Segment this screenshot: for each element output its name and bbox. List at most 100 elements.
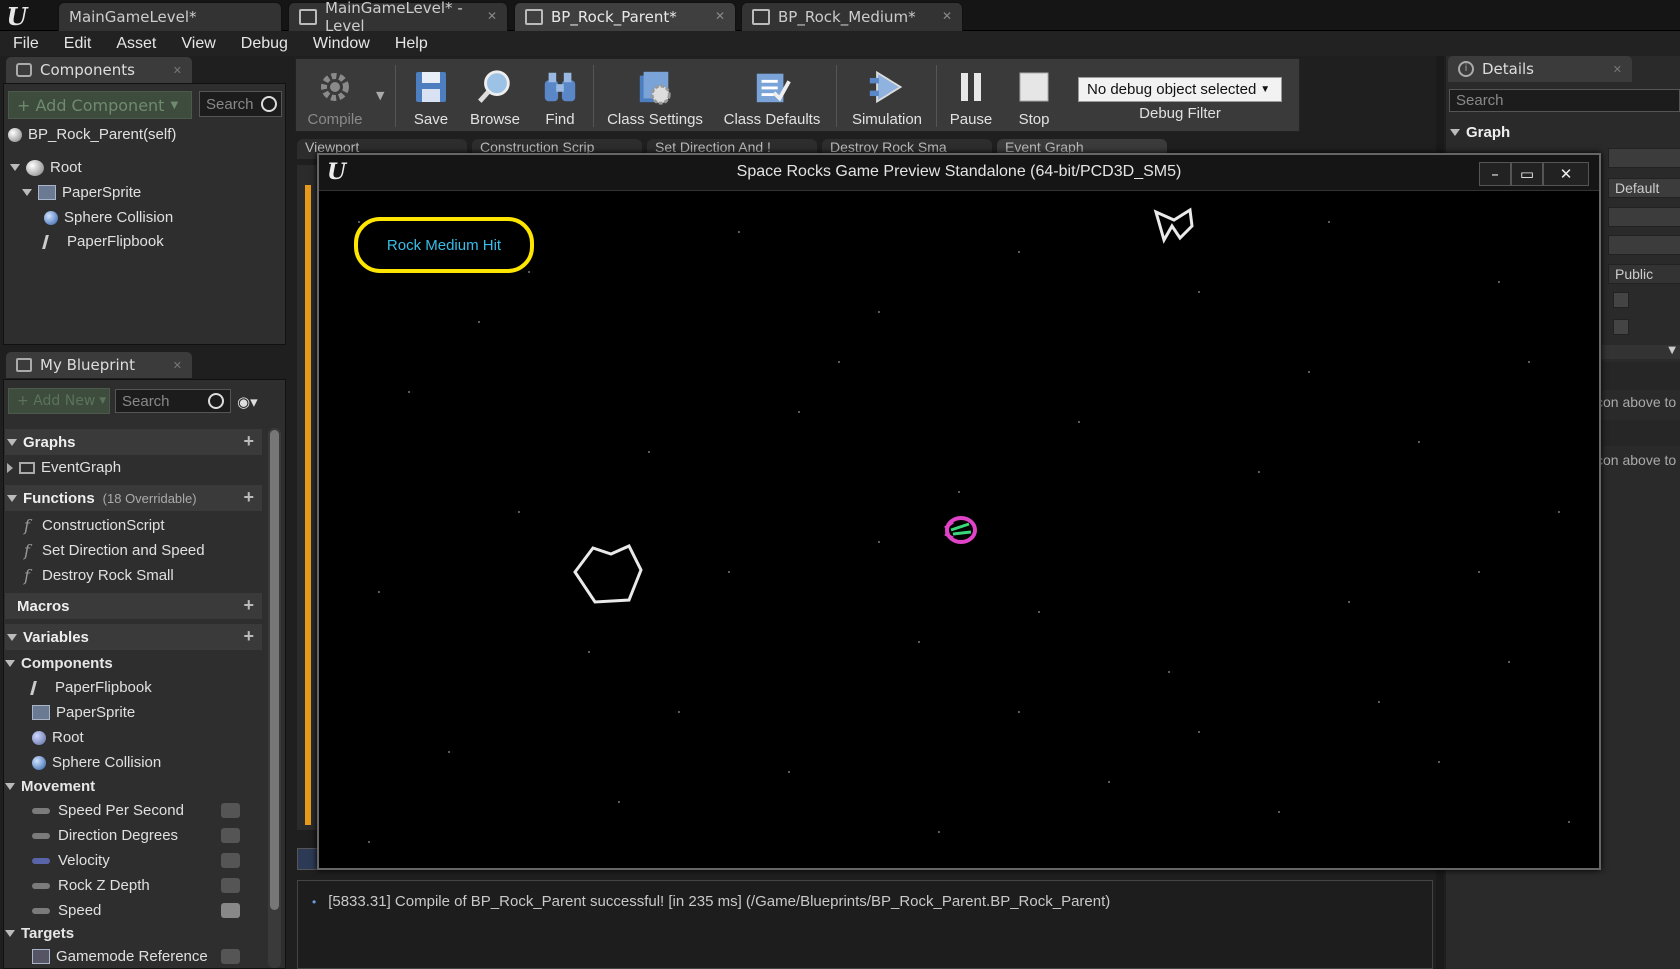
var-item-gamemode-reference[interactable]: Gamemode Reference bbox=[32, 948, 262, 965]
add-variable-icon[interactable]: + bbox=[243, 626, 254, 647]
close-icon[interactable]: ✕ bbox=[487, 9, 497, 23]
log-bullet: • bbox=[312, 894, 317, 909]
var-item-sphere-collision[interactable]: Sphere Collision bbox=[32, 754, 161, 771]
targets-group-header[interactable]: Targets bbox=[5, 925, 74, 942]
tree-item-sphere-collision[interactable]: Sphere Collision bbox=[44, 209, 173, 226]
visibility-toggle-icon[interactable] bbox=[221, 828, 240, 843]
visibility-toggle-icon[interactable] bbox=[221, 853, 240, 868]
components-search-input[interactable]: Search bbox=[199, 91, 282, 117]
var-item-root[interactable]: Root bbox=[32, 729, 84, 746]
simulation-button[interactable]: Simulation bbox=[843, 59, 931, 133]
view-options-eye-icon[interactable]: ◉▾ bbox=[237, 393, 273, 411]
var-item-velocity[interactable]: Velocity bbox=[32, 852, 262, 869]
tree-item-papersprite[interactable]: PaperSprite bbox=[22, 184, 141, 201]
property-access-field[interactable]: Public bbox=[1608, 264, 1680, 284]
close-icon[interactable]: ✕ bbox=[715, 9, 725, 23]
save-button[interactable]: Save bbox=[402, 59, 460, 133]
group-label: Targets bbox=[21, 925, 75, 942]
var-item-rock-z-depth[interactable]: Rock Z Depth bbox=[32, 877, 262, 894]
add-function-icon[interactable]: + bbox=[243, 487, 254, 508]
pause-button[interactable]: Pause bbox=[941, 59, 1001, 133]
browse-button[interactable]: Browse bbox=[462, 59, 528, 133]
list-item-constructionscript[interactable]: f ConstructionScript bbox=[20, 516, 165, 535]
game-window-titlebar[interactable]: U Space Rocks Game Preview Standalone (6… bbox=[319, 155, 1599, 191]
var-item-speed-per-second[interactable]: Speed Per Second bbox=[32, 802, 262, 819]
debug-object-value: No debug object selected bbox=[1087, 81, 1257, 98]
list-item-eventgraph[interactable]: EventGraph bbox=[7, 459, 121, 476]
close-button[interactable]: ✕ bbox=[1543, 162, 1589, 186]
details-panel-tab[interactable]: i Details ✕ bbox=[1448, 56, 1632, 82]
list-item-set-direction-and-speed[interactable]: f Set Direction and Speed bbox=[20, 541, 205, 560]
expand-arrow-icon[interactable] bbox=[22, 189, 32, 196]
game-preview-window[interactable]: U Space Rocks Game Preview Standalone (6… bbox=[317, 153, 1601, 870]
movement-group-header[interactable]: Movement bbox=[5, 778, 95, 795]
doc-tab-bp-rock-medium[interactable]: BP_Rock_Medium* ✕ bbox=[741, 2, 963, 31]
class-settings-button[interactable]: Class Settings bbox=[599, 59, 711, 133]
add-component-button[interactable]: + Add Component ▼ bbox=[8, 91, 192, 119]
add-graph-icon[interactable]: + bbox=[243, 431, 254, 452]
expand-arrow-icon[interactable] bbox=[7, 462, 13, 473]
expand-arrow-icon[interactable] bbox=[10, 164, 20, 171]
macros-header[interactable]: Macros + bbox=[5, 593, 262, 619]
scrollbar-thumb[interactable] bbox=[270, 430, 279, 910]
class-defaults-button[interactable]: Class Defaults bbox=[713, 59, 831, 133]
close-icon[interactable]: ✕ bbox=[173, 64, 182, 77]
functions-header[interactable]: Functions (18 Overridable) + bbox=[5, 485, 262, 511]
menu-debug[interactable]: Debug bbox=[241, 35, 288, 53]
menu-window[interactable]: Window bbox=[313, 35, 370, 53]
graphs-header[interactable]: Graphs + bbox=[5, 429, 262, 455]
visibility-toggle-icon[interactable] bbox=[221, 949, 240, 964]
game-viewport[interactable] bbox=[319, 192, 1599, 868]
menu-view[interactable]: View bbox=[181, 35, 215, 53]
property-field[interactable] bbox=[1608, 207, 1680, 227]
property-field[interactable] bbox=[1608, 235, 1680, 255]
var-item-paperflipbook[interactable]: PaperFlipbook bbox=[30, 679, 152, 696]
variables-header[interactable]: Variables + bbox=[5, 624, 262, 650]
doc-tab-level[interactable]: MainGameLevel* - Level ✕ bbox=[288, 0, 508, 35]
tree-item-root[interactable]: Root bbox=[10, 159, 82, 176]
tree-item-self[interactable]: BP_Rock_Parent(self) bbox=[8, 126, 176, 143]
menu-file[interactable]: File bbox=[13, 35, 39, 53]
var-item-speed[interactable]: Speed bbox=[32, 902, 262, 919]
details-search-input[interactable]: Search bbox=[1449, 89, 1680, 112]
var-item-papersprite[interactable]: PaperSprite bbox=[32, 704, 135, 721]
stop-button[interactable]: Stop bbox=[1005, 59, 1063, 133]
property-checkbox[interactable] bbox=[1613, 319, 1629, 335]
doc-tab-main-game-level[interactable]: MainGameLevel* bbox=[58, 2, 282, 31]
var-item-direction-degrees[interactable]: Direction Degrees bbox=[32, 827, 262, 844]
tree-item-paperflipbook[interactable]: PaperFlipbook bbox=[42, 233, 164, 250]
my-blueprint-search-input[interactable]: Search bbox=[115, 389, 231, 413]
list-item-destroy-rock-small[interactable]: f Destroy Rock Small bbox=[20, 566, 174, 585]
add-macro-icon[interactable]: + bbox=[243, 595, 254, 616]
compile-options-chevron-icon[interactable]: ▼ bbox=[376, 89, 384, 102]
save-icon bbox=[412, 67, 450, 107]
close-icon[interactable]: ✕ bbox=[942, 9, 952, 23]
minimize-button[interactable]: – bbox=[1479, 162, 1511, 186]
menu-edit[interactable]: Edit bbox=[64, 35, 92, 53]
visibility-toggle-icon[interactable] bbox=[221, 903, 240, 918]
unreal-logo-icon[interactable]: U bbox=[2, 2, 32, 31]
add-new-button[interactable]: + Add New ▼ bbox=[8, 388, 110, 414]
components-panel-tab[interactable]: Components ✕ bbox=[6, 57, 192, 83]
close-icon[interactable]: ✕ bbox=[173, 359, 182, 372]
visibility-toggle-icon[interactable] bbox=[221, 803, 240, 818]
components-group-header[interactable]: Components bbox=[5, 655, 113, 672]
my-blueprint-scrollbar[interactable] bbox=[268, 428, 281, 968]
property-field[interactable] bbox=[1608, 148, 1680, 168]
debug-object-select[interactable]: No debug object selected ▼ bbox=[1078, 77, 1282, 102]
my-blueprint-panel-tab[interactable]: My Blueprint ✕ bbox=[6, 352, 192, 378]
compile-button[interactable]: Compile bbox=[300, 59, 370, 133]
graph-section-header[interactable]: Graph bbox=[1450, 121, 1510, 143]
find-button[interactable]: Find bbox=[532, 59, 588, 133]
advanced-expand-icon[interactable]: ▼ bbox=[1600, 345, 1680, 359]
menu-help[interactable]: Help bbox=[395, 35, 428, 53]
menu-asset[interactable]: Asset bbox=[116, 35, 156, 53]
blueprint-book-icon bbox=[16, 358, 32, 372]
output-log-icon[interactable] bbox=[297, 848, 319, 870]
maximize-button[interactable]: ▭ bbox=[1511, 162, 1543, 186]
property-checkbox[interactable] bbox=[1613, 292, 1629, 308]
close-icon[interactable]: ✕ bbox=[1613, 63, 1622, 76]
doc-tab-bp-rock-parent[interactable]: BP_Rock_Parent* ✕ bbox=[514, 2, 736, 31]
visibility-toggle-icon[interactable] bbox=[221, 878, 240, 893]
property-category-field[interactable]: Default bbox=[1608, 178, 1680, 198]
